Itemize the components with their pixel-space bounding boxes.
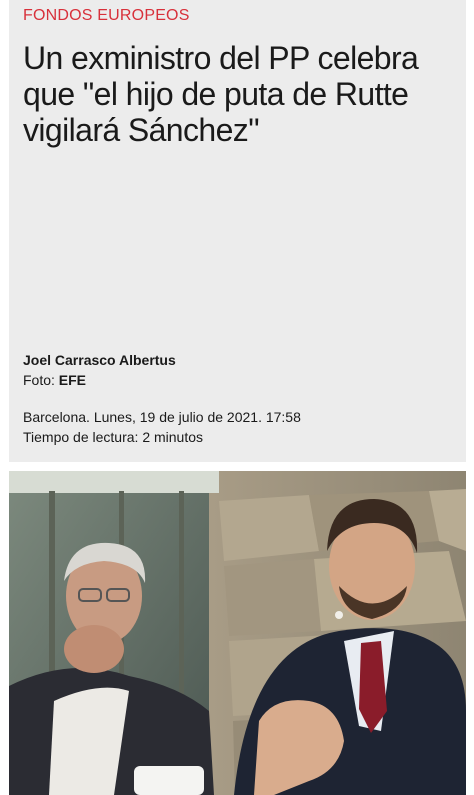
article-headline: Un exministro del PP celebra que "el hij… [23,40,419,148]
photo-credit-label: Foto: [23,372,55,388]
author-link[interactable]: Joel Carrasco Albertus [23,352,176,368]
article-dateline: Barcelona. Lunes, 19 de julio de 2021. 1… [23,409,301,425]
photo-credit: Foto: EFE [23,372,86,388]
article-photo-illustration [9,471,466,795]
reading-time: Tiempo de lectura: 2 minutos [23,429,204,445]
article-photo [9,471,466,795]
section-link[interactable]: FONDOS EUROPEOS [23,7,190,25]
article-header-card: FONDOS EUROPEOS Un exministro del PP cel… [9,0,466,462]
photo-credit-source: EFE [58,372,87,388]
